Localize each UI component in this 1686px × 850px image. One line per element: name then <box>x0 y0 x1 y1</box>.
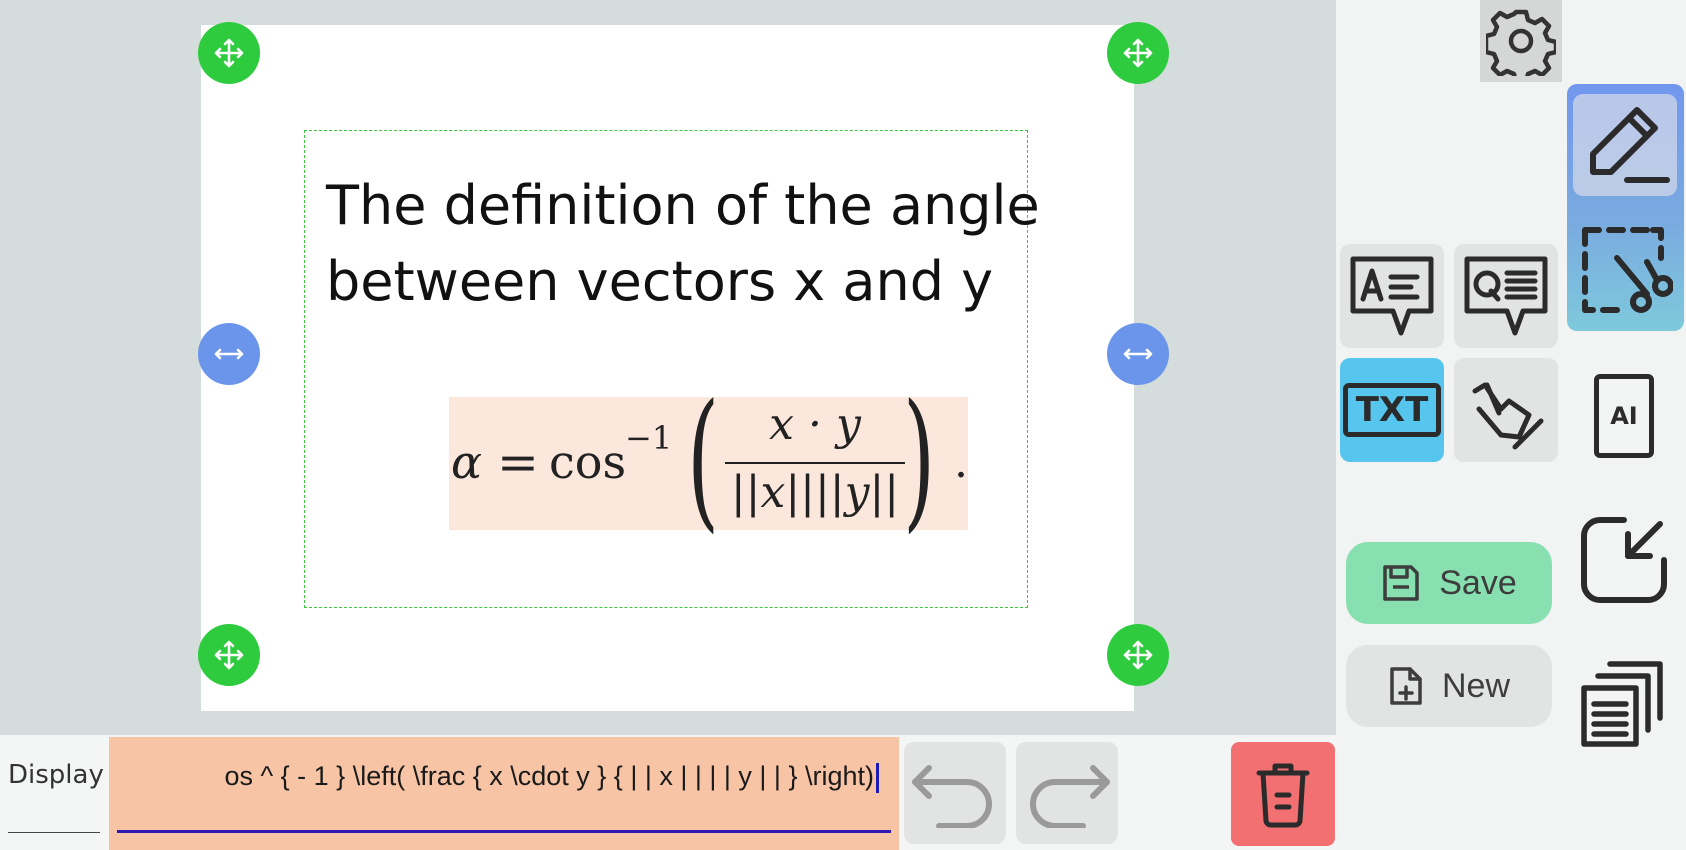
latex-value: os ^ { - 1 } \left( \frac { x \cdot y } … <box>224 761 874 791</box>
text-block[interactable]: The definition of the angle between vect… <box>326 168 1040 320</box>
move-handle-bottom-left[interactable] <box>198 624 260 686</box>
text-line-2: between vectors x and y <box>326 250 994 313</box>
text-comment-button[interactable] <box>1340 244 1444 348</box>
redo-button[interactable] <box>1016 742 1118 844</box>
latex-input-text: os ^ { - 1 } \left( \frac { x \cdot y } … <box>224 761 879 793</box>
formula-left-paren: ( <box>687 373 720 547</box>
formula-cos: cos <box>549 435 627 489</box>
undo-button[interactable] <box>904 742 1006 844</box>
text-line-1: The definition of the angle <box>326 174 1040 237</box>
move-handle-top-left[interactable] <box>198 22 260 84</box>
formula-right-paren: ) <box>903 373 936 547</box>
text-bubble-icon <box>1350 256 1434 336</box>
latex-input[interactable]: os ^ { - 1 } \left( \frac { x \cdot y } … <box>109 737 899 850</box>
move-arrows-icon <box>1123 640 1153 670</box>
ai-document-button[interactable]: AI <box>1572 364 1676 468</box>
horizontal-resize-icon <box>214 348 244 360</box>
settings-button[interactable] <box>1480 0 1562 82</box>
save-button[interactable]: Save <box>1346 542 1552 624</box>
resize-handle-right[interactable] <box>1107 323 1169 385</box>
import-button[interactable] <box>1572 508 1676 612</box>
crop-tool-button[interactable] <box>1573 218 1677 322</box>
display-underline <box>8 832 100 833</box>
hand-pointer-icon <box>1472 382 1544 450</box>
move-handle-bottom-right[interactable] <box>1107 624 1169 686</box>
stacked-pages-icon <box>1581 661 1663 747</box>
formula-alpha: α <box>451 435 483 489</box>
ai-file-icon: AI <box>1594 374 1654 458</box>
formula-exponent: −1 <box>625 419 673 457</box>
txt-tool-button[interactable]: TXT <box>1340 358 1444 462</box>
gear-icon <box>1486 9 1556 76</box>
question-bubble-icon <box>1464 256 1548 336</box>
new-file-icon <box>1390 667 1422 705</box>
pen-tool-button[interactable] <box>1573 94 1677 196</box>
resize-handle-left[interactable] <box>198 323 260 385</box>
new-label: New <box>1441 666 1511 705</box>
redo-icon <box>1030 765 1110 828</box>
formula-numerator: x · y <box>769 399 861 450</box>
txt-icon: TXT <box>1342 383 1442 437</box>
latex-input-underline <box>117 830 891 833</box>
formula-period: . <box>954 437 968 488</box>
trash-icon <box>1256 763 1310 828</box>
delete-button[interactable] <box>1231 742 1335 846</box>
formula-block[interactable]: α = cos −1 ( x · y ||x||||y|| ) . <box>449 373 968 547</box>
formula-denominator: ||x||||y|| <box>730 467 900 518</box>
move-arrows-icon <box>214 640 244 670</box>
new-button[interactable]: New <box>1346 645 1552 727</box>
move-arrows-icon <box>1123 38 1153 68</box>
ai-file-label: AI <box>1610 402 1638 430</box>
display-mode-label[interactable]: Display <box>8 760 104 790</box>
text-caret <box>876 762 879 793</box>
horizontal-resize-icon <box>1123 348 1153 360</box>
scissors-select-icon <box>1582 227 1673 313</box>
undo-icon <box>912 765 992 828</box>
pen-icon <box>1590 107 1670 183</box>
floppy-disk-icon <box>1383 565 1419 601</box>
import-arrow-icon <box>1581 517 1667 603</box>
question-comment-button[interactable] <box>1454 244 1558 348</box>
move-arrows-icon <box>214 38 244 68</box>
save-label: Save <box>1439 563 1517 602</box>
pages-button[interactable] <box>1572 654 1676 758</box>
formula-equals: = <box>497 433 539 491</box>
move-handle-top-right[interactable] <box>1107 22 1169 84</box>
formula-fraction-bar <box>725 462 905 464</box>
hand-tool-button[interactable] <box>1454 358 1558 462</box>
